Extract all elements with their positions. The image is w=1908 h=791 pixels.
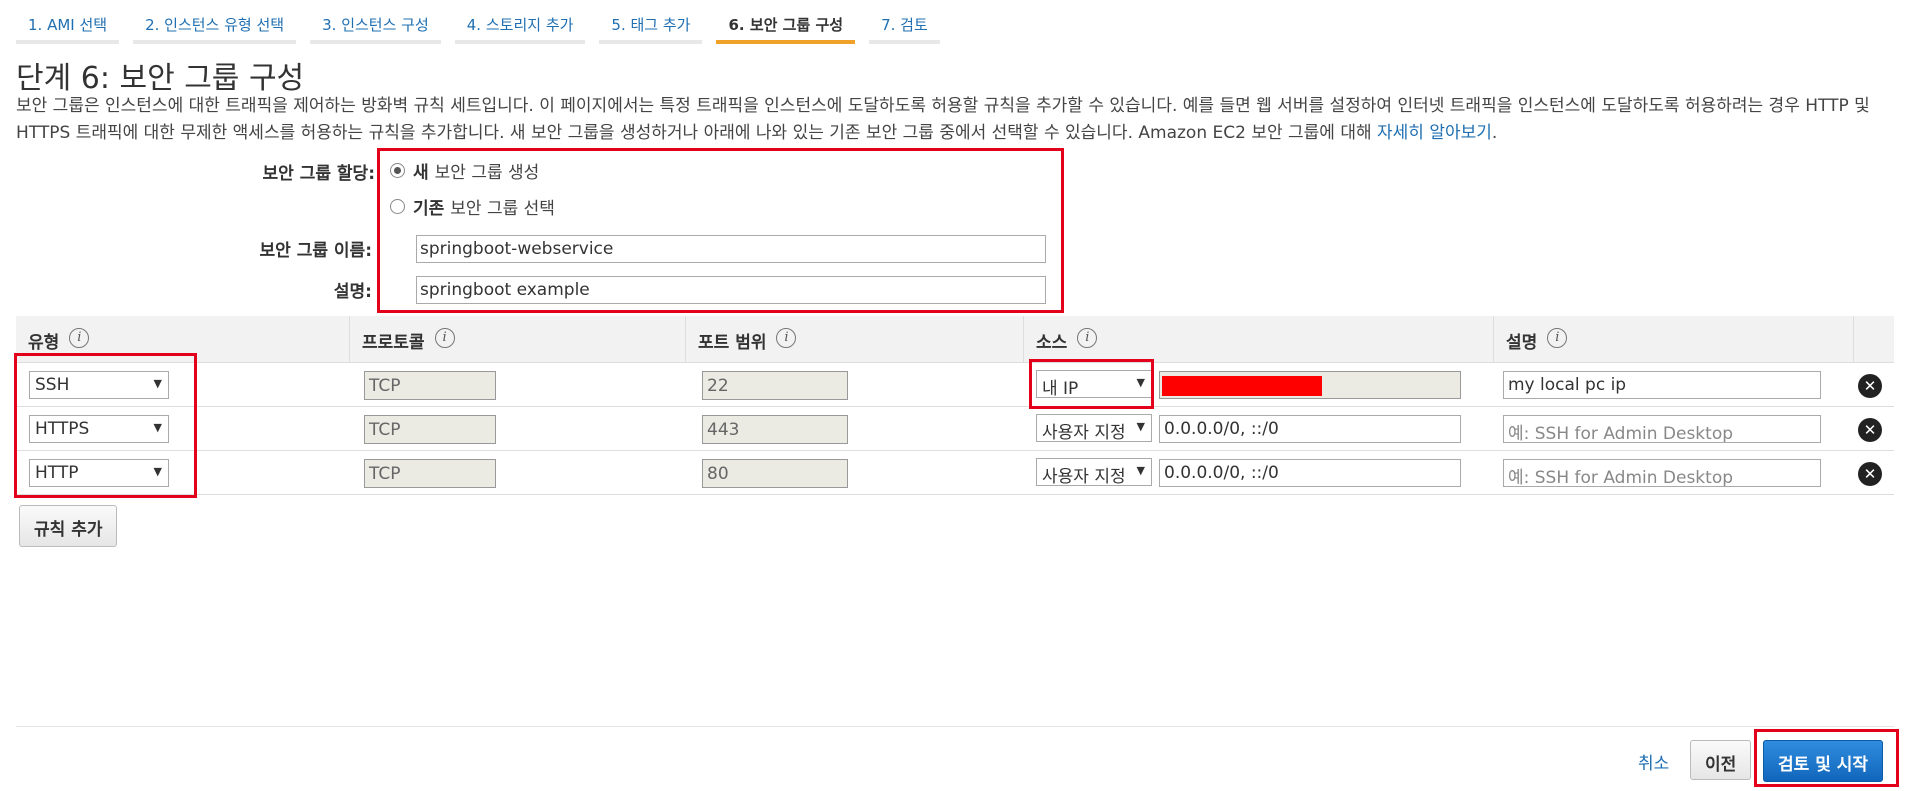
info-icon[interactable]: i <box>776 328 797 348</box>
previous-button[interactable]: 이전 <box>1690 740 1752 780</box>
step-add-storage[interactable]: 4. 스토리지 추가 <box>454 0 586 44</box>
learn-more-link[interactable]: 자세히 알아보기 <box>1377 123 1492 143</box>
rule-description-input[interactable]: 예: SSH for Admin Desktop <box>1503 415 1821 443</box>
group-name-label: 보안 그룹 이름: <box>259 241 372 261</box>
info-icon[interactable]: i <box>434 328 455 348</box>
chevron-down-icon: ▼ <box>1136 464 1145 477</box>
intro-trailing: . <box>1491 123 1498 143</box>
table-row: HTTP ▼ TCP 80 사용자 지정 ▼ 0.0.0.0/0, ::/0 예: … <box>16 451 1894 495</box>
table-row: HTTPS ▼ TCP 443 사용자 지정 ▼ 0.0.0.0/0, ::/0 예… <box>16 407 1894 451</box>
port-range-field: 22 <box>702 371 848 400</box>
description-label: 설명: <box>333 282 372 302</box>
source-select[interactable]: 사용자 지정 ▼ <box>1036 414 1152 442</box>
highlight-box-group-settings <box>377 148 1064 313</box>
highlight-box-source <box>1029 359 1154 409</box>
info-icon[interactable]: i <box>1547 328 1568 348</box>
wizard-steps: 1. AMI 선택 2. 인스턴스 유형 선택 3. 인스턴스 구성 4. 스토… <box>16 0 954 44</box>
header-protocol: 프로토콜 i <box>350 316 686 363</box>
remove-rule-icon[interactable]: ✕ <box>1858 374 1882 398</box>
step-review[interactable]: 7. 검토 <box>869 0 940 44</box>
protocol-field: TCP <box>364 415 496 444</box>
step-configure-instance[interactable]: 3. 인스턴스 구성 <box>310 0 441 44</box>
rules-table-header: 유형 i 프로토콜 i 포트 범위 i 소스 i 설명 i <box>16 316 1894 363</box>
source-cidr-input[interactable]: 0.0.0.0/0, ::/0 <box>1159 415 1461 443</box>
info-icon[interactable]: i <box>69 328 90 348</box>
header-description: 설명 i <box>1494 316 1854 363</box>
table-row: SSH ▼ TCP 22 내 IP ▼ my local pc ip ✕ <box>16 363 1894 407</box>
redaction-bar <box>1162 376 1322 396</box>
remove-rule-icon[interactable]: ✕ <box>1858 418 1882 442</box>
step-security-group[interactable]: 6. 보안 그룹 구성 <box>716 0 856 44</box>
protocol-field: TCP <box>364 371 496 400</box>
step-add-tags[interactable]: 5. 태그 추가 <box>599 0 703 44</box>
source-cidr-input[interactable] <box>1159 371 1461 399</box>
chevron-down-icon: ▼ <box>1136 420 1145 433</box>
page-title: 단계 6: 보안 그룹 구성 <box>16 61 305 96</box>
remove-rule-icon[interactable]: ✕ <box>1858 462 1882 486</box>
highlight-box-types <box>14 353 197 498</box>
step-ami[interactable]: 1. AMI 선택 <box>16 0 120 44</box>
intro-text: 보안 그룹은 인스턴스에 대한 트래픽을 제어하는 방화벽 규칙 세트입니다. … <box>16 93 1896 147</box>
source-cidr-input[interactable]: 0.0.0.0/0, ::/0 <box>1159 459 1461 487</box>
header-port-range: 포트 범위 i <box>686 316 1024 363</box>
add-rule-button[interactable]: 규칙 추가 <box>19 505 118 547</box>
source-select[interactable]: 사용자 지정 ▼ <box>1036 458 1152 486</box>
header-source: 소스 i <box>1024 316 1494 363</box>
cancel-button[interactable]: 취소 <box>1638 749 1669 774</box>
port-range-field: 443 <box>702 415 848 444</box>
protocol-field: TCP <box>364 459 496 488</box>
info-icon[interactable]: i <box>1077 328 1098 348</box>
port-range-field: 80 <box>702 459 848 488</box>
intro-body: 보안 그룹은 인스턴스에 대한 트래픽을 제어하는 방화벽 규칙 세트입니다. … <box>16 96 1870 143</box>
step-instance-type[interactable]: 2. 인스턴스 유형 선택 <box>133 0 297 44</box>
rule-description-input[interactable]: my local pc ip <box>1503 371 1821 399</box>
highlight-box-launch <box>1754 729 1899 787</box>
assignment-label: 보안 그룹 할당: <box>262 164 375 184</box>
rule-description-input[interactable]: 예: SSH for Admin Desktop <box>1503 459 1821 487</box>
footer-divider <box>16 726 1894 727</box>
